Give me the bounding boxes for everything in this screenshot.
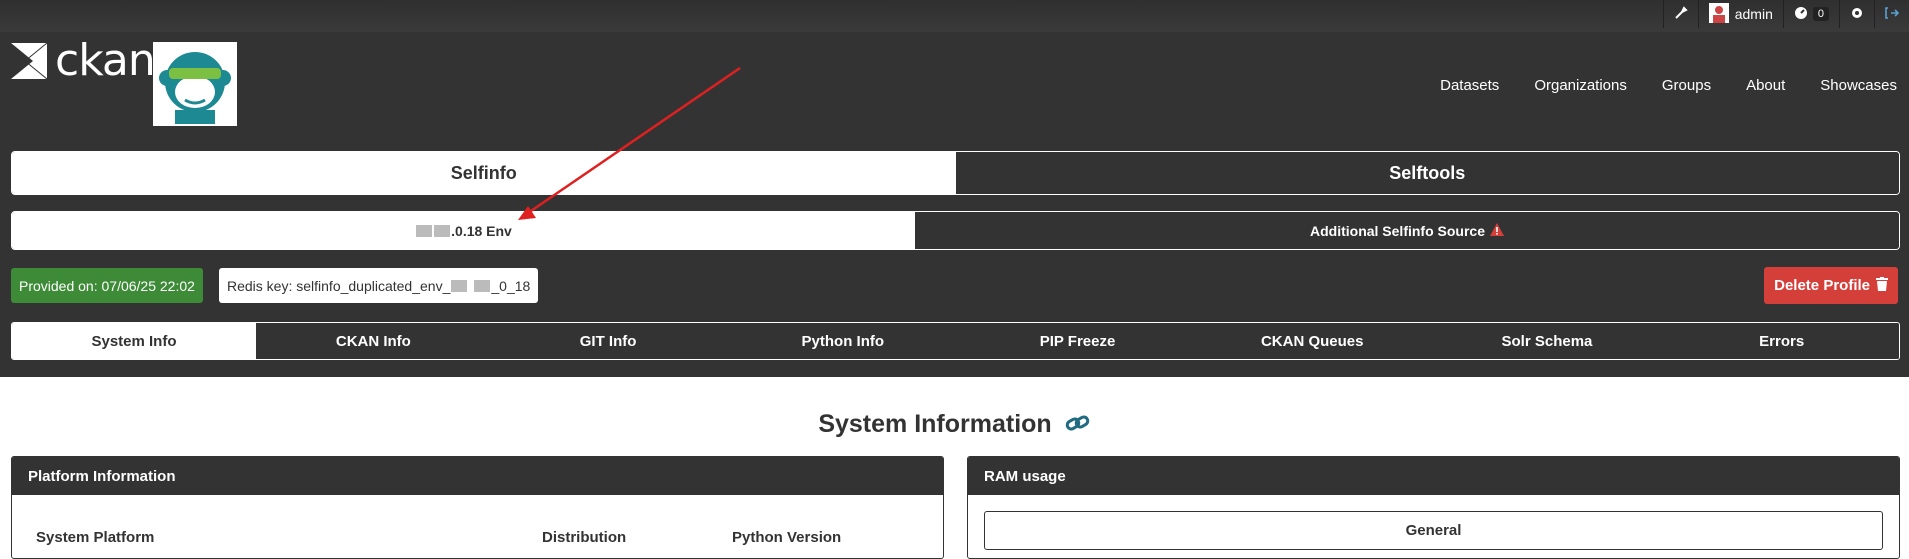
trash-icon [1876, 276, 1888, 295]
selfinfo-tab[interactable]: Selfinfo [12, 152, 956, 194]
warning-icon [1490, 222, 1504, 239]
tab-ckan-info[interactable]: CKAN Info [256, 323, 491, 359]
username: admin [1734, 6, 1773, 22]
site-logo[interactable]: ckan [11, 35, 156, 86]
dashboard-icon [1794, 6, 1808, 23]
wrench-icon [1674, 5, 1688, 23]
col-distribution: Distribution [542, 529, 627, 546]
main-nav: Datasets Organizations Groups About Show… [1440, 77, 1897, 94]
monkey-mascot-icon [159, 52, 231, 124]
nav-groups[interactable]: Groups [1662, 77, 1711, 94]
col-system-platform: System Platform [36, 529, 155, 546]
additional-source-tab[interactable]: Additional Selfinfo Source [915, 212, 1899, 249]
user-link[interactable]: admin [1697, 0, 1783, 28]
redacted-text [416, 224, 433, 237]
section-title: System Information [818, 410, 1052, 438]
redis-key-badge: Redis key: selfinfo_duplicated_env_ _0_1… [219, 268, 539, 303]
tab-git-info[interactable]: GIT Info [490, 323, 726, 359]
env-tab[interactable]: .0.18 Env [12, 212, 915, 249]
provided-on-badge: Provided on: 07/06/25 22:02 [11, 268, 203, 303]
settings-link[interactable] [1839, 0, 1874, 28]
nav-datasets[interactable]: Datasets [1440, 77, 1499, 94]
info-tabs: System Info CKAN Info GIT Info Python In… [11, 322, 1900, 360]
redis-key-prefix: Redis key: selfinfo_duplicated_env_ [227, 277, 451, 294]
site-image[interactable] [153, 42, 237, 126]
logo-text: ckan [55, 35, 156, 86]
section-heading: System Information [0, 410, 1909, 440]
account-masthead: admin 0 [1662, 0, 1909, 28]
ckan-logo-icon [11, 42, 47, 79]
dashboard-link[interactable]: 0 [1782, 0, 1839, 28]
tab-ckan-queues[interactable]: CKAN Queues [1194, 323, 1430, 359]
tab-python-info[interactable]: Python Info [725, 323, 961, 359]
tab-pip-freeze[interactable]: PIP Freeze [960, 323, 1195, 359]
redacted-text [434, 224, 451, 237]
selftools-tab[interactable]: Selftools [955, 152, 1899, 194]
redacted-text [451, 279, 468, 292]
logout-link[interactable] [1874, 0, 1909, 28]
general-tab[interactable]: General [984, 511, 1883, 550]
platform-panel-title: Platform Information [12, 457, 943, 495]
redacted-text [474, 279, 491, 292]
env-label: .0.18 Env [451, 222, 512, 239]
gear-icon [1850, 6, 1864, 23]
nav-organizations[interactable]: Organizations [1534, 77, 1627, 94]
top-account-bar: admin 0 [0, 0, 1909, 32]
main-switch: Selfinfo Selftools [11, 151, 1900, 195]
nav-about[interactable]: About [1746, 77, 1785, 94]
notification-badge: 0 [1812, 7, 1829, 21]
tab-solr-schema[interactable]: Solr Schema [1429, 323, 1665, 359]
sysadmin-link[interactable] [1662, 0, 1698, 28]
ram-usage-panel: RAM usage General [967, 456, 1900, 559]
col-python-version: Python Version [732, 529, 842, 546]
avatar [1708, 2, 1729, 26]
platform-info-panel: Platform Information System Platform Dis… [11, 456, 944, 559]
redis-key-suffix: _0_18 [491, 277, 531, 294]
ram-panel-title: RAM usage [968, 457, 1899, 495]
env-switch: .0.18 Env Additional Selfinfo Source [11, 211, 1900, 250]
nav-showcases[interactable]: Showcases [1820, 77, 1897, 94]
logout-icon [1885, 6, 1900, 23]
additional-label: Additional Selfinfo Source [1309, 222, 1485, 239]
delete-profile-button[interactable]: Delete Profile [1764, 267, 1898, 304]
tab-system-info[interactable]: System Info [12, 323, 256, 359]
delete-profile-label: Delete Profile [1774, 277, 1870, 294]
tab-errors[interactable]: Errors [1664, 323, 1899, 359]
link-icon[interactable] [1065, 411, 1091, 439]
